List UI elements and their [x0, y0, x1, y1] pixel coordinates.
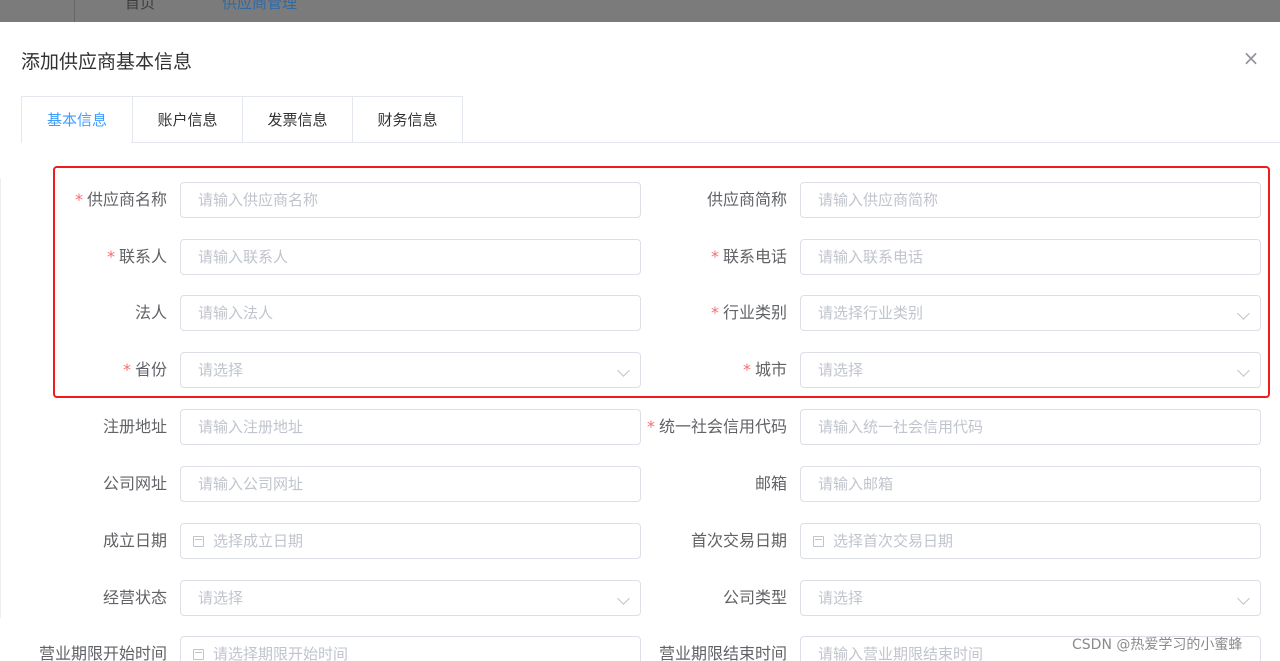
company-type-select[interactable]: 请选择 [800, 580, 1261, 616]
first-trade-date-label: 首次交易日期 [690, 531, 787, 550]
required-mark: * [106, 247, 115, 266]
backdrop-divider [74, 0, 75, 22]
chevron-down-icon [1237, 592, 1250, 605]
calendar-icon [193, 536, 204, 547]
chevron-down-icon [1237, 307, 1250, 320]
contact-phone-label: * 联系电话 [710, 247, 787, 266]
required-mark: * [122, 360, 131, 379]
contact-label: * 联系人 [106, 247, 167, 266]
chevron-down-icon [1237, 364, 1250, 377]
industry-label: * 行业类别 [710, 303, 787, 322]
legal-person-label: 法人 [134, 303, 167, 322]
chevron-down-icon [617, 364, 630, 377]
tab-invoice-info[interactable]: 发票信息 [242, 97, 352, 143]
found-date-picker[interactable]: 选择成立日期 [180, 523, 641, 559]
company-type-label: 公司类型 [722, 588, 787, 607]
tabs-baseline [131, 142, 1280, 143]
tab-finance-info[interactable]: 财务信息 [352, 97, 462, 143]
contact-phone-input[interactable]: 请输入联系电话 [800, 239, 1261, 275]
required-mark: * [646, 417, 655, 436]
watermark: CSDN @热爱学习的小蜜蜂 [1072, 637, 1243, 653]
calendar-icon [813, 536, 824, 547]
breadcrumb-home: 首页 [125, 0, 156, 12]
biz-status-label: 经营状态 [102, 588, 167, 607]
email-label: 邮箱 [754, 474, 787, 493]
credit-code-label: * 统一社会信用代码 [646, 417, 787, 436]
required-mark: * [710, 247, 719, 266]
tab-basic-info[interactable]: 基本信息 [22, 97, 132, 143]
calendar-icon [193, 649, 204, 660]
chevron-down-icon [617, 592, 630, 605]
reg-address-label: 注册地址 [102, 417, 167, 436]
website-input[interactable]: 请输入公司网址 [180, 466, 641, 502]
required-mark: * [710, 303, 719, 322]
form-tabs: 基本信息 账户信息 发票信息 财务信息 [21, 96, 463, 143]
reg-address-input[interactable]: 请输入注册地址 [180, 409, 641, 445]
supplier-name-label: * 供应商名称 [74, 190, 167, 209]
term-end-label: 营业期限结束时间 [658, 644, 787, 661]
credit-code-input[interactable]: 请输入统一社会信用代码 [800, 409, 1261, 445]
term-start-picker[interactable]: 请选择期限开始时间 [180, 636, 641, 661]
city-select[interactable]: 请选择 [800, 352, 1261, 388]
industry-select[interactable]: 请选择行业类别 [800, 295, 1261, 331]
tab-account-info[interactable]: 账户信息 [132, 97, 242, 143]
contact-input[interactable]: 请输入联系人 [180, 239, 641, 275]
province-select[interactable]: 请选择 [180, 352, 641, 388]
term-start-label: 营业期限开始时间 [38, 644, 167, 661]
required-mark: * [742, 360, 751, 379]
close-icon[interactable]: × [1241, 48, 1261, 69]
left-edge-line [0, 178, 1, 618]
breadcrumb-current: 供应商管理 [222, 0, 298, 12]
first-trade-date-picker[interactable]: 选择首次交易日期 [800, 523, 1261, 559]
province-label: * 省份 [122, 360, 167, 379]
city-label: * 城市 [742, 360, 787, 379]
page-backdrop: 首页 供应商管理 [0, 0, 1280, 22]
dialog-title: 添加供应商基本信息 [21, 51, 193, 73]
supplier-short-label: 供应商简称 [706, 190, 787, 209]
biz-status-select[interactable]: 请选择 [180, 580, 641, 616]
found-date-label: 成立日期 [102, 531, 167, 550]
email-input[interactable]: 请输入邮箱 [800, 466, 1261, 502]
supplier-short-input[interactable]: 请输入供应商简称 [800, 182, 1261, 218]
website-label: 公司网址 [102, 474, 167, 493]
legal-person-input[interactable]: 请输入法人 [180, 295, 641, 331]
required-mark: * [74, 190, 83, 209]
supplier-name-input[interactable]: 请输入供应商名称 [180, 182, 641, 218]
